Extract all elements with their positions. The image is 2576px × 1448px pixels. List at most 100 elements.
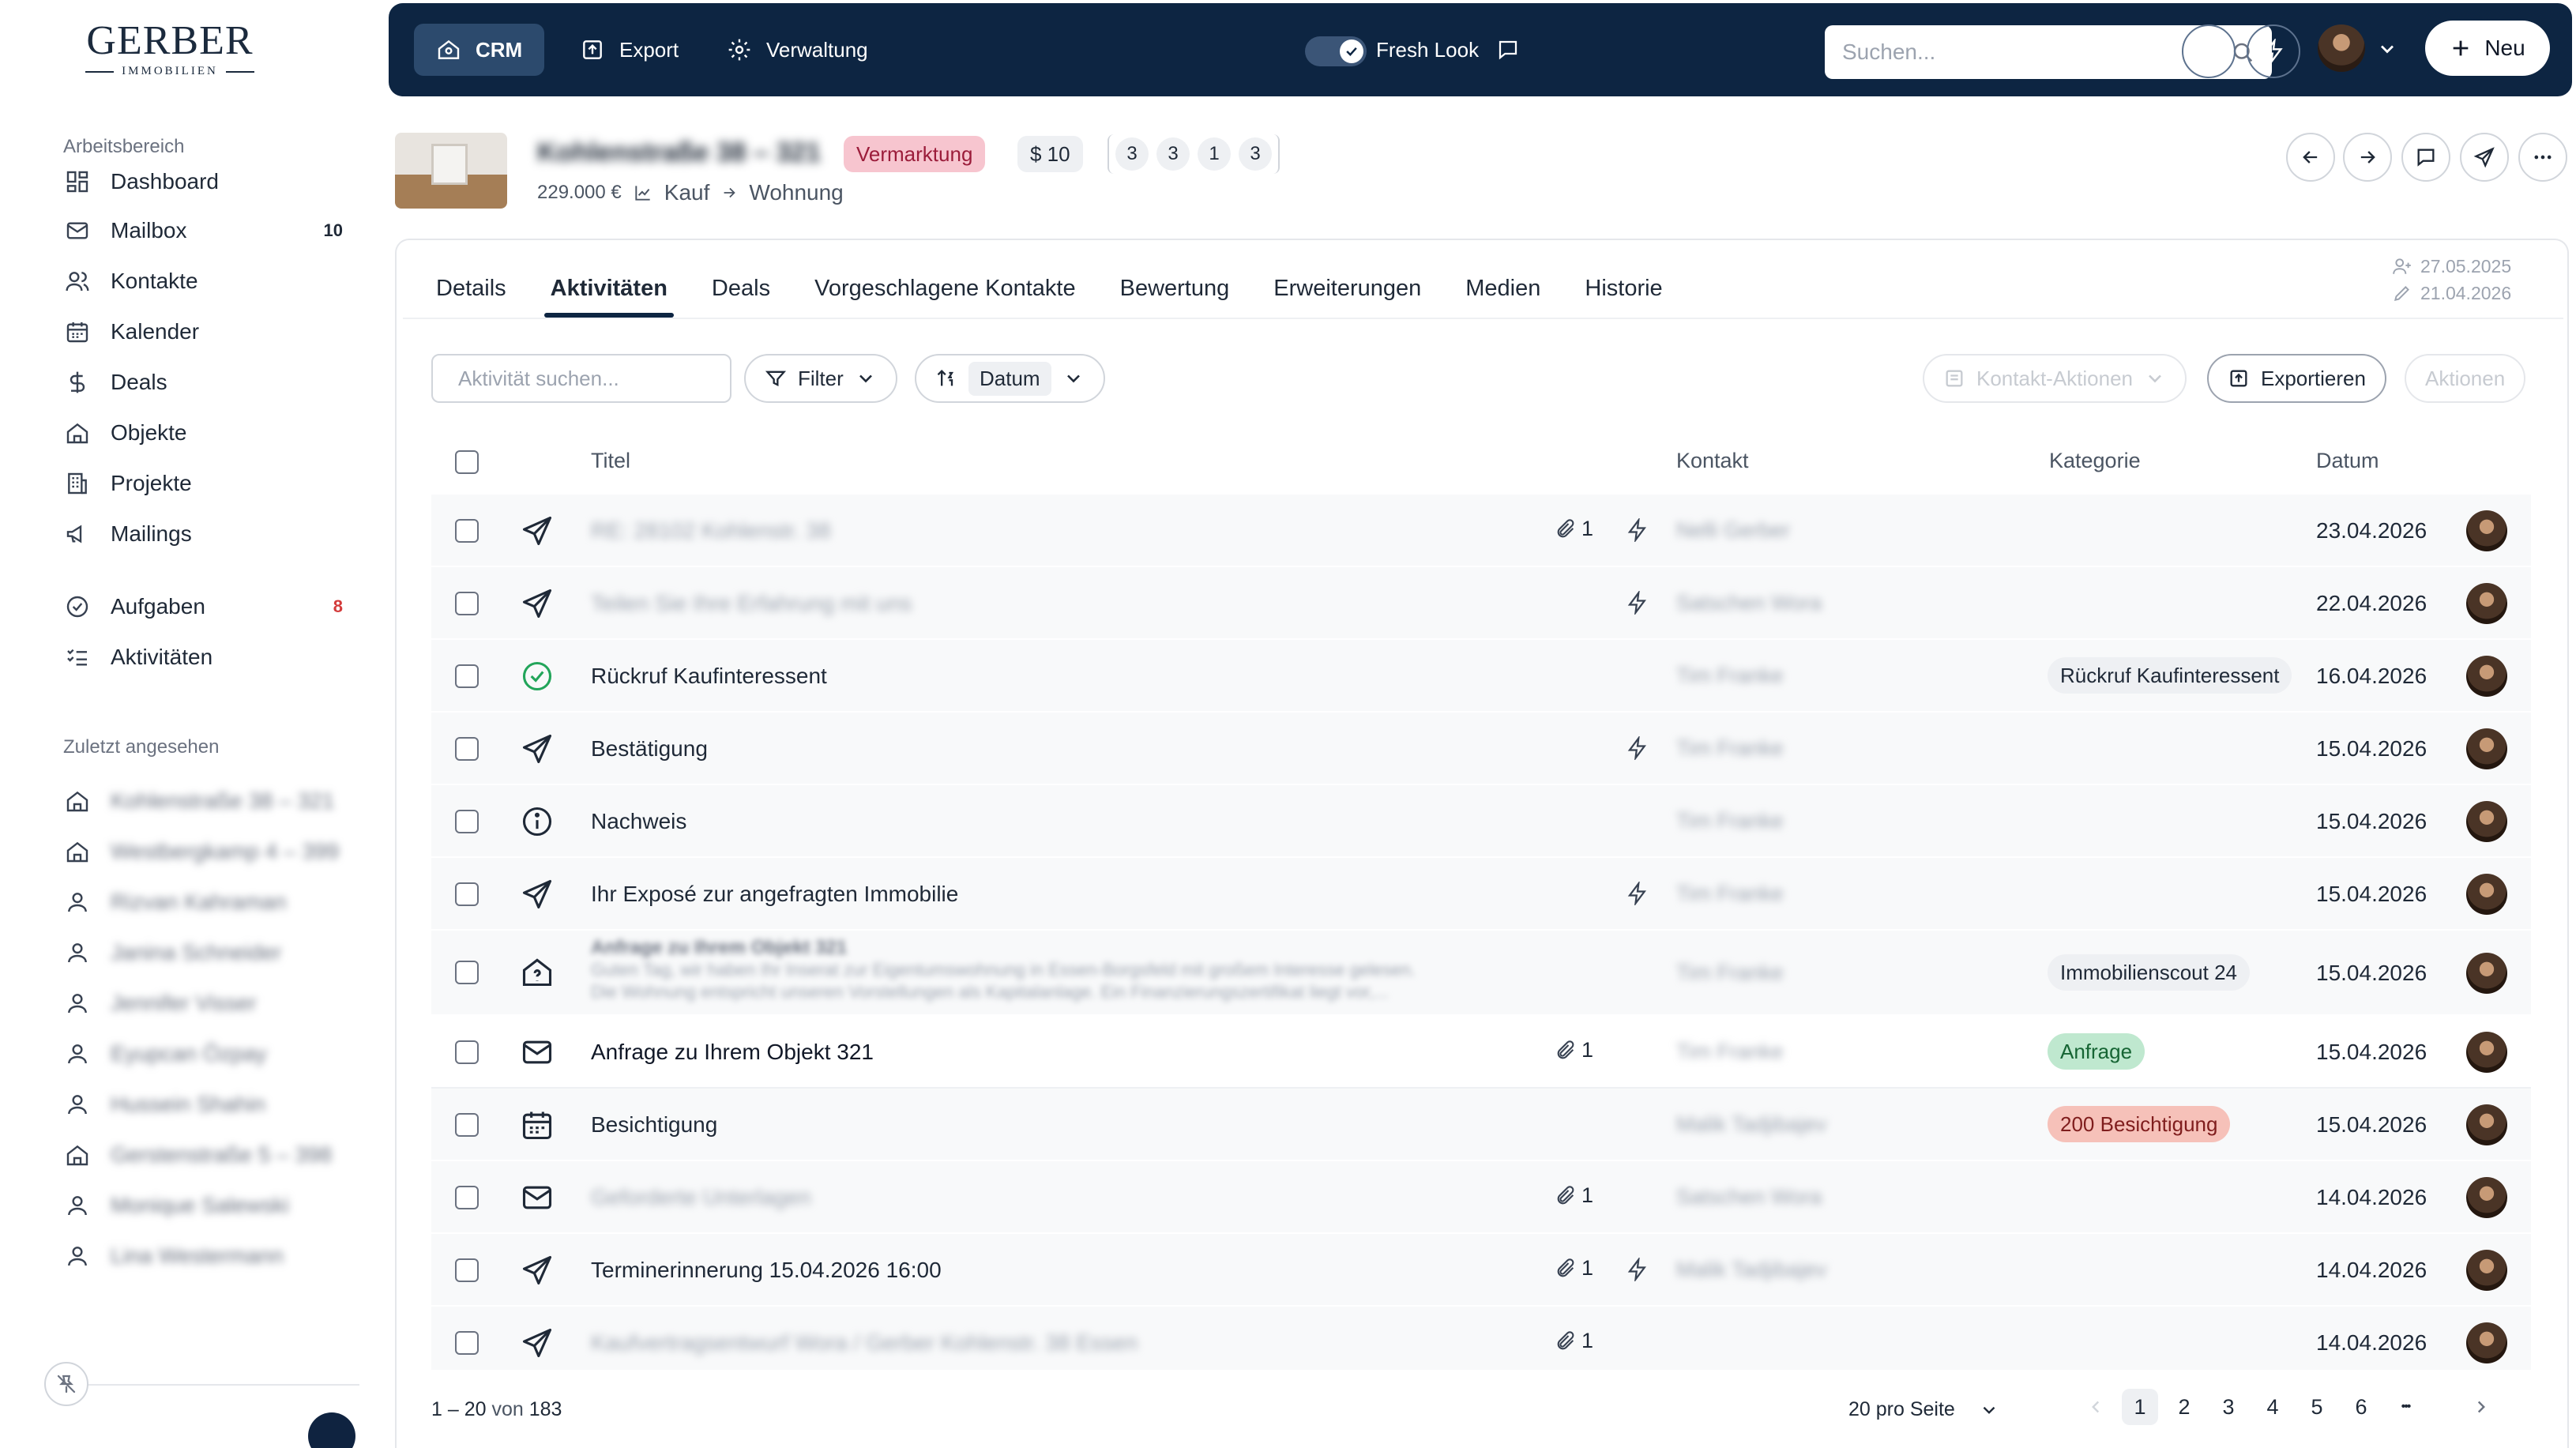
row-date: 15.04.2026 [2316, 882, 2427, 906]
page-button[interactable]: 5 [2299, 1389, 2335, 1425]
category-badge: 200 Besichtigung [2048, 1106, 2231, 1142]
page-button[interactable]: 1 [2122, 1389, 2158, 1425]
page-ellipsis[interactable]: ••• [2387, 1389, 2424, 1425]
row-title[interactable]: Anfrage zu Ihrem Objekt 321 [591, 1040, 874, 1065]
table-row[interactable]: Teilen Sie Ihre Erfahrung mit uns Satsche… [431, 567, 2531, 640]
row-date: 15.04.2026 [2316, 961, 2427, 985]
row-contact[interactable]: Tim Franke [1676, 1040, 1784, 1064]
row-checkbox[interactable] [455, 882, 479, 906]
row-checkbox[interactable] [455, 1040, 479, 1064]
row-title[interactable]: Rückruf Kaufinteressent [591, 664, 827, 689]
page-button[interactable]: 6 [2343, 1389, 2379, 1425]
owner-avatar[interactable] [2466, 656, 2507, 697]
range-of: von [491, 1398, 524, 1420]
attachment-count: 1 [1555, 1256, 1593, 1281]
row-title[interactable]: Besichtigung [591, 1112, 717, 1138]
row-title[interactable]: Terminerinnerung 15.04.2026 16:00 [591, 1258, 942, 1283]
automation-bolt-icon [1626, 517, 1649, 543]
paperclip-icon [1557, 518, 1574, 537]
table-row[interactable]: Ihr Exposé zur angefragten Immobilie Tim … [431, 858, 2531, 931]
table-row[interactable]: Kaufvertragsentwurf Wora / Gerber Kohlen… [431, 1307, 2531, 1370]
row-title[interactable]: Bestätigung [591, 736, 708, 762]
owner-avatar[interactable] [2466, 510, 2507, 551]
row-date: 14.04.2026 [2316, 1185, 2427, 1209]
attachment-count-value: 1 [1581, 1329, 1594, 1352]
row-contact[interactable]: Tim Franke [1676, 961, 1784, 985]
row-contact[interactable]: Tim Franke [1676, 664, 1784, 688]
mail-icon [520, 1180, 555, 1215]
row-checkbox[interactable] [455, 1258, 479, 1282]
row-date: 14.04.2026 [2316, 1330, 2427, 1355]
owner-avatar[interactable] [2466, 1177, 2507, 1218]
pagination-range: 1 – 20 von 183 [431, 1398, 562, 1421]
table-row[interactable]: Anfrage zu Ihrem Objekt 321 1 Tim Franke An… [431, 1016, 2531, 1089]
row-title[interactable]: Nachweis [591, 809, 686, 834]
row-checkbox[interactable] [455, 961, 479, 984]
app-root: GERBER IMMOBILIEN Arbeitsbereich Dashboa… [0, 0, 2576, 1448]
attachment-count-value: 1 [1581, 1038, 1594, 1062]
row-contact[interactable]: Nelli Gerber [1676, 518, 1790, 543]
owner-avatar[interactable] [2466, 1250, 2507, 1291]
next-page-button[interactable] [2463, 1389, 2499, 1425]
owner-avatar[interactable] [2466, 1322, 2507, 1363]
per-page-label: 20 pro Seite [1848, 1398, 1955, 1420]
owner-avatar[interactable] [2466, 801, 2507, 842]
row-checkbox[interactable] [455, 1113, 479, 1137]
row-checkbox[interactable] [455, 1186, 479, 1209]
owner-avatar[interactable] [2466, 583, 2507, 624]
page-button[interactable]: 3 [2210, 1389, 2247, 1425]
row-checkbox[interactable] [455, 1331, 479, 1355]
row-contact[interactable]: Tim Franke [1676, 809, 1784, 833]
prev-page-button[interactable] [2078, 1389, 2114, 1425]
category-badge: Rückruf Kaufinteressent [2048, 657, 2292, 694]
owner-avatar[interactable] [2466, 1104, 2507, 1145]
row-contact[interactable]: Satschen Wora [1676, 1185, 1822, 1209]
attachment-count: 1 [1555, 517, 1593, 541]
owner-avatar[interactable] [2466, 728, 2507, 769]
table-row[interactable]: RE: 28102 Kohlenstr. 38 1 Nelli Gerber 23.0… [431, 495, 2531, 567]
row-checkbox[interactable] [455, 592, 479, 615]
automation-bolt-icon [1626, 589, 1649, 616]
automation-bolt-icon [1626, 735, 1649, 762]
row-contact[interactable]: Tim Franke [1676, 736, 1784, 761]
owner-avatar[interactable] [2466, 1032, 2507, 1073]
table-row[interactable]: Rückruf Kaufinteressent Tim Franke Rückruf… [431, 640, 2531, 713]
row-title[interactable]: Geforderte Unterlagen [591, 1185, 811, 1210]
paperclip-icon [1557, 1330, 1574, 1349]
table-row[interactable]: Besichtigung Malik Tadjibajev 200 Besichti… [431, 1089, 2531, 1161]
help-bubble[interactable] [308, 1412, 355, 1448]
owner-avatar[interactable] [2466, 953, 2507, 994]
page-button[interactable]: 2 [2166, 1389, 2202, 1425]
row-title[interactable]: Teilen Sie Ihre Erfahrung mit uns [591, 591, 912, 616]
home-question-icon [520, 954, 555, 989]
row-title[interactable]: Kaufvertragsentwurf Wora / Gerber Kohlen… [591, 1330, 1138, 1356]
row-date: 15.04.2026 [2316, 1040, 2427, 1064]
row-checkbox[interactable] [455, 737, 479, 761]
table-row[interactable]: Bestätigung Tim Franke 15.04.2026 [431, 713, 2531, 785]
row-checkbox[interactable] [455, 810, 479, 833]
row-date: 16.04.2026 [2316, 664, 2427, 688]
table-row[interactable]: Terminerinnerung 15.04.2026 16:00 1 Malik … [431, 1234, 2531, 1307]
row-title[interactable]: Ihr Exposé zur angefragten Immobilie [591, 882, 958, 907]
per-page-select[interactable]: 20 pro Seite [1848, 1398, 1999, 1421]
row-checkbox[interactable] [455, 664, 479, 688]
send-icon [520, 586, 555, 621]
row-contact[interactable]: Tim Franke [1676, 882, 1784, 906]
row-contact[interactable]: Malik Tadjibajev [1676, 1258, 1826, 1282]
row-title[interactable]: RE: 28102 Kohlenstr. 38 [591, 518, 831, 543]
table-row[interactable]: Nachweis Tim Franke 15.04.2026 [431, 785, 2531, 858]
sidebar-divider [87, 1384, 359, 1386]
send-icon [520, 1253, 555, 1288]
row-checkbox[interactable] [455, 519, 479, 543]
attachment-count-value: 1 [1581, 517, 1594, 540]
row-contact[interactable]: Malik Tadjibajev [1676, 1112, 1826, 1137]
page-button[interactable]: 4 [2254, 1389, 2291, 1425]
chevron-left-icon [2092, 1401, 2100, 1413]
owner-avatar[interactable] [2466, 874, 2507, 915]
row-date: 15.04.2026 [2316, 1112, 2427, 1137]
range-text: 1 – 20 [431, 1398, 487, 1420]
table-row[interactable]: Anfrage zu Ihrem Objekt 321 Guten Tag, wi… [431, 931, 2531, 1016]
table-row[interactable]: Geforderte Unterlagen 1 Satschen Wora 14.04… [431, 1161, 2531, 1234]
attachment-count: 1 [1555, 1329, 1593, 1353]
row-contact[interactable]: Satschen Wora [1676, 591, 1822, 615]
